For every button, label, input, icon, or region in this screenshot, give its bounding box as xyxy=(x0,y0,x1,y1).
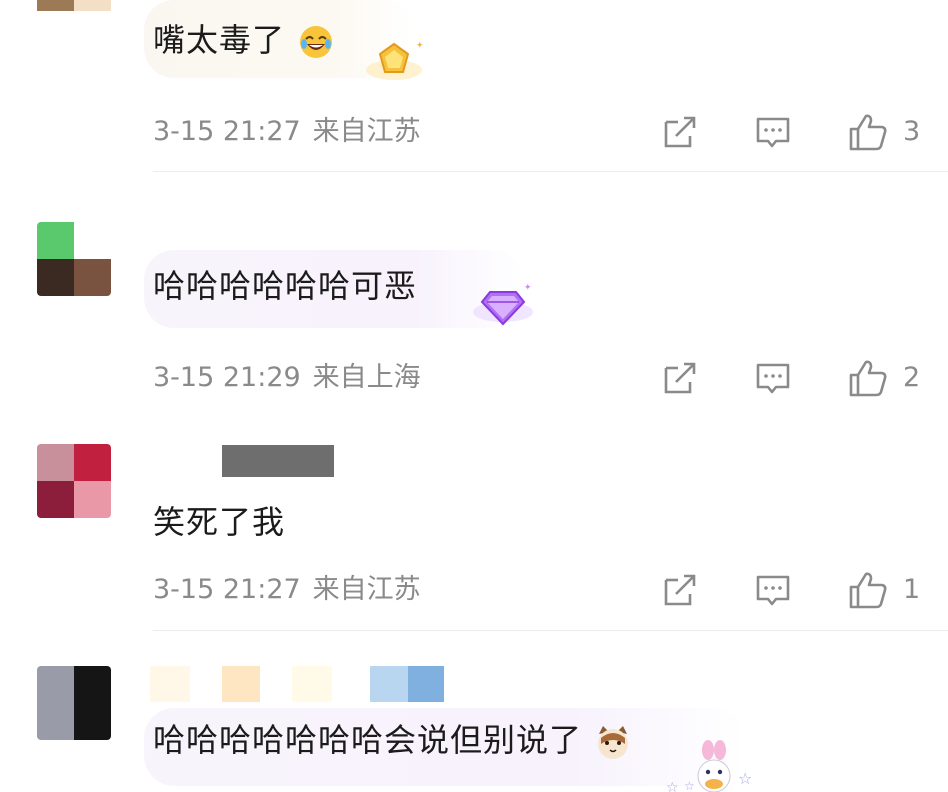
comment-location: 来自江苏 xyxy=(312,574,421,605)
comment-meta: 3-15 21:29 来自上海 xyxy=(153,362,433,394)
username-redacted xyxy=(222,666,260,702)
like-count: 2 xyxy=(903,362,921,393)
comment-location: 来自上海 xyxy=(312,362,421,393)
purple-diamond-badge: ✦ xyxy=(473,283,533,326)
thumbs-up-icon[interactable] xyxy=(848,358,888,398)
duck-sticker-badge: ☆ ☆ ☆ xyxy=(666,740,752,792)
svg-text:☆: ☆ xyxy=(684,779,695,792)
share-icon[interactable] xyxy=(662,572,698,608)
avatar[interactable] xyxy=(37,666,111,740)
comment-time: 3-15 21:27 xyxy=(153,574,301,605)
username-redacted xyxy=(408,666,444,702)
comment-time: 3-15 21:29 xyxy=(153,362,301,393)
svg-text:☆: ☆ xyxy=(738,769,752,788)
comment-icon[interactable] xyxy=(755,572,791,608)
svg-text:☆: ☆ xyxy=(666,780,679,792)
svg-text:✦: ✦ xyxy=(416,41,424,51)
comment-item: 哈哈哈哈哈哈可恶 ✦ 3-15 21:29 来自上海 2 xyxy=(0,172,948,430)
cat-face-emoji xyxy=(598,726,629,759)
comment-text: 哈哈哈哈哈哈哈会说但别说了 xyxy=(153,720,631,760)
svg-text:✦: ✦ xyxy=(524,283,532,293)
comment-item: 哈哈哈哈哈哈哈会说但别说了 ☆ ☆ ☆ xyxy=(0,632,948,792)
comment-text: 嘴太毒了 xyxy=(153,20,334,60)
username-redacted xyxy=(292,666,332,702)
like-count: 3 xyxy=(903,116,921,147)
comment-icon[interactable] xyxy=(755,114,791,150)
comment-item: 笑死了我 3-15 21:27 来自江苏 1 xyxy=(0,430,948,632)
comment-meta: 3-15 21:27 来自江苏 xyxy=(153,116,433,148)
share-icon[interactable] xyxy=(662,114,698,150)
gold-pentagon-badge: ✦ xyxy=(366,41,424,80)
laughing-tears-emoji xyxy=(300,26,333,58)
username-redacted xyxy=(222,445,334,477)
comment-icon[interactable] xyxy=(755,360,791,396)
avatar[interactable] xyxy=(37,0,111,48)
comment-location: 来自江苏 xyxy=(312,116,421,147)
username-redacted xyxy=(370,666,408,702)
like-count: 1 xyxy=(903,574,921,605)
thumbs-up-icon[interactable] xyxy=(848,112,888,152)
comment-text: 笑死了我 xyxy=(153,503,286,541)
comment-meta: 3-15 21:27 来自江苏 xyxy=(153,574,433,606)
divider xyxy=(153,630,948,631)
username-redacted xyxy=(150,666,190,702)
share-icon[interactable] xyxy=(662,360,698,396)
comment-time: 3-15 21:27 xyxy=(153,116,301,147)
comment-item: 嘴太毒了 ✦ 3-15 21:27 来自江苏 3 xyxy=(0,0,948,172)
thumbs-up-icon[interactable] xyxy=(848,570,888,610)
comment-text: 哈哈哈哈哈哈可恶 xyxy=(153,267,418,305)
avatar[interactable] xyxy=(37,222,111,296)
avatar[interactable] xyxy=(37,444,111,518)
